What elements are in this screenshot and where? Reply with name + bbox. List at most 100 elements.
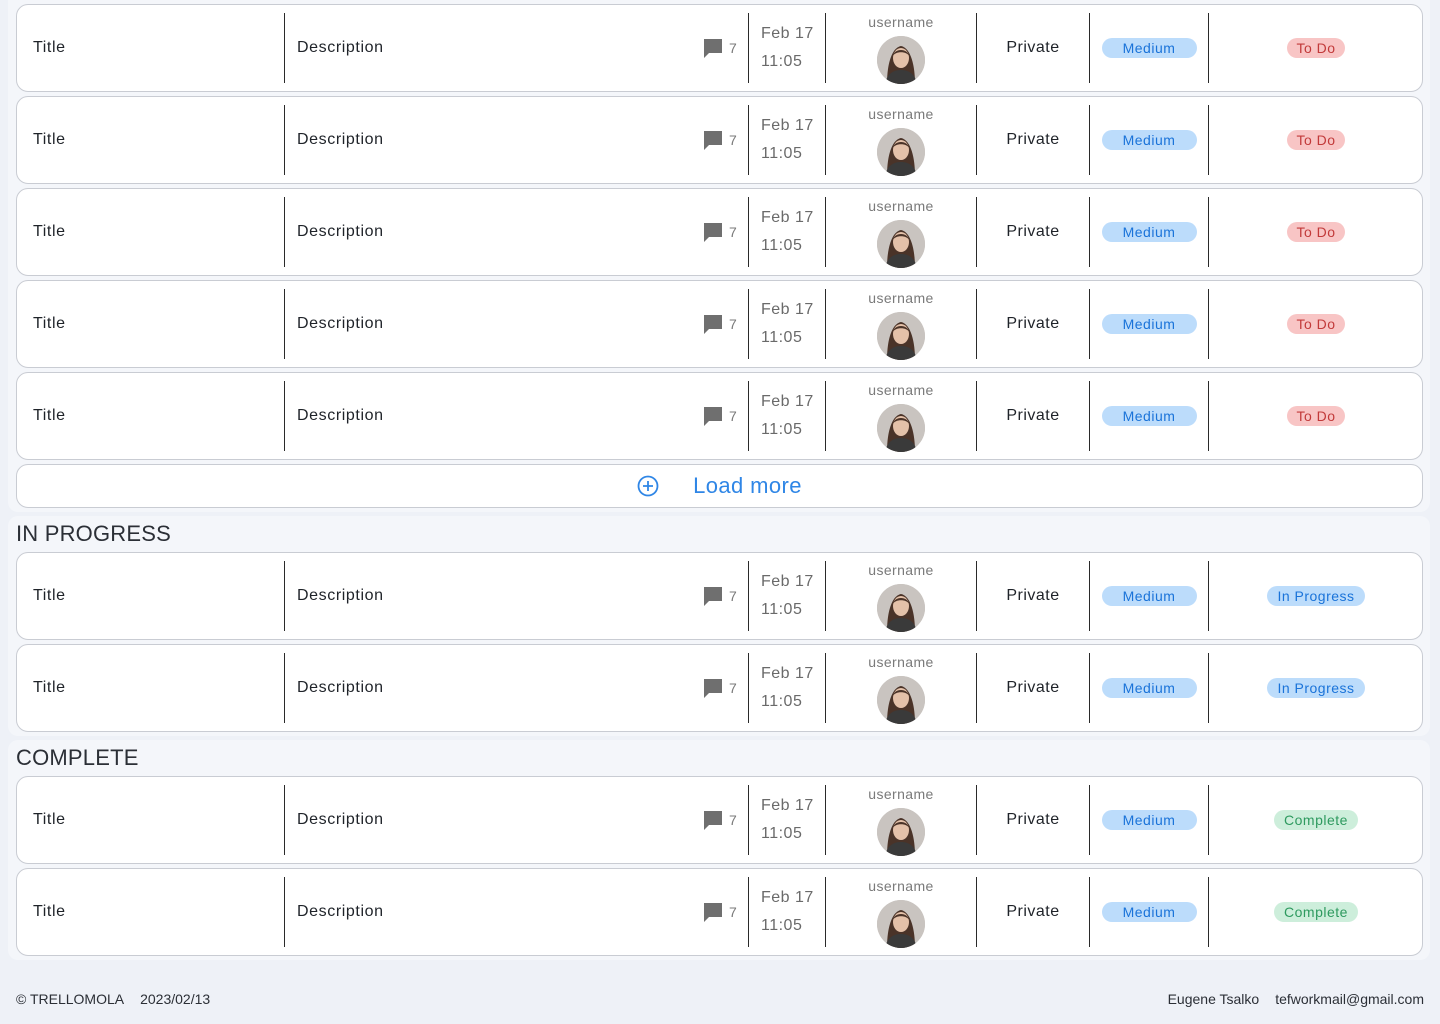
task-description: Description (297, 39, 384, 56)
task-comments[interactable]: 7 (703, 5, 737, 91)
task-priority[interactable]: Medium (1089, 189, 1209, 275)
task-status[interactable]: To Do (1209, 373, 1423, 459)
task-priority[interactable]: Medium (1089, 553, 1209, 639)
footer-email[interactable]: tefworkmail@gmail.com (1275, 991, 1424, 1007)
task-row[interactable]: Title Description 7 Feb 17 11:05 usernam… (16, 372, 1423, 460)
task-assignee[interactable]: username (855, 97, 947, 183)
task-row[interactable]: Title Description 7 Feb 17 11:05 usernam… (16, 96, 1423, 184)
task-date-time: 11:05 (761, 237, 803, 254)
task-assignee[interactable]: username (855, 645, 947, 731)
task-status[interactable]: In Progress (1209, 553, 1423, 639)
task-description: Description (297, 903, 384, 920)
task-row[interactable]: Title Description 7 Feb 17 11:05 usernam… (16, 776, 1423, 864)
comment-count: 7 (729, 812, 737, 828)
task-priority[interactable]: Medium (1089, 373, 1209, 459)
task-row[interactable]: Title Description 7 Feb 17 11:05 usernam… (16, 644, 1423, 732)
avatar[interactable] (877, 220, 925, 268)
column-divider (825, 105, 826, 175)
task-comments[interactable]: 7 (703, 645, 737, 731)
task-comments[interactable]: 7 (703, 97, 737, 183)
column-divider (825, 381, 826, 451)
avatar[interactable] (877, 312, 925, 360)
task-date-day: Feb 17 (761, 117, 814, 134)
task-row[interactable]: Title Description 7 Feb 17 11:05 usernam… (16, 188, 1423, 276)
footer-author: Eugene Tsalko (1167, 991, 1260, 1007)
avatar[interactable] (877, 808, 925, 856)
status-badge: In Progress (1267, 678, 1365, 698)
task-date-time: 11:05 (761, 145, 803, 162)
task-priority[interactable]: Medium (1089, 777, 1209, 863)
task-status[interactable]: To Do (1209, 281, 1423, 367)
load-more-label: Load more (693, 473, 802, 498)
priority-badge: Medium (1101, 222, 1197, 242)
task-status[interactable]: To Do (1209, 97, 1423, 183)
task-priority[interactable]: Medium (1089, 97, 1209, 183)
comment-count: 7 (729, 40, 737, 56)
task-row[interactable]: Title Description 7 Feb 17 11:05 usernam… (16, 868, 1423, 956)
load-more-button[interactable]: Load more (16, 464, 1423, 508)
avatar[interactable] (877, 900, 925, 948)
task-title: Title (33, 131, 66, 148)
task-status[interactable]: Complete (1209, 869, 1423, 955)
task-date: Feb 17 11:05 (761, 869, 814, 955)
assignee-username: username (868, 878, 934, 894)
comment-count: 7 (729, 588, 737, 604)
task-status[interactable]: In Progress (1209, 645, 1423, 731)
status-badge: To Do (1287, 314, 1345, 334)
task-assignee[interactable]: username (855, 553, 947, 639)
footer-date: 2023/02/13 (140, 991, 211, 1007)
task-row[interactable]: Title Description 7 Feb 17 11:05 usernam… (16, 552, 1423, 640)
task-status[interactable]: To Do (1209, 5, 1423, 91)
comment-icon (704, 811, 722, 830)
task-comments[interactable]: 7 (703, 869, 737, 955)
task-comments[interactable]: 7 (703, 281, 737, 367)
task-priority[interactable]: Medium (1089, 281, 1209, 367)
task-assignee[interactable]: username (855, 373, 947, 459)
column-divider (748, 13, 749, 83)
task-assignee[interactable]: username (855, 869, 947, 955)
task-assignee[interactable]: username (855, 281, 947, 367)
column-divider (284, 785, 285, 855)
column-divider (748, 197, 749, 267)
avatar[interactable] (877, 36, 925, 84)
task-comments[interactable]: 7 (703, 189, 737, 275)
assignee-username: username (868, 106, 934, 122)
task-date-time: 11:05 (761, 601, 803, 618)
priority-badge: Medium (1101, 406, 1197, 426)
task-priority[interactable]: Medium (1089, 5, 1209, 91)
task-date: Feb 17 11:05 (761, 97, 814, 183)
assignee-username: username (868, 786, 934, 802)
task-row[interactable]: Title Description 7 Feb 17 11:05 usernam… (16, 4, 1423, 92)
task-comments[interactable]: 7 (703, 553, 737, 639)
priority-badge: Medium (1101, 586, 1197, 606)
task-assignee[interactable]: username (855, 777, 947, 863)
task-visibility: Private (1006, 407, 1060, 424)
task-assignee[interactable]: username (855, 5, 947, 91)
task-date: Feb 17 11:05 (761, 777, 814, 863)
task-title: Title (33, 315, 66, 332)
task-date: Feb 17 11:05 (761, 645, 814, 731)
task-comments[interactable]: 7 (703, 777, 737, 863)
task-row[interactable]: Title Description 7 Feb 17 11:05 usernam… (16, 280, 1423, 368)
avatar[interactable] (877, 676, 925, 724)
task-assignee[interactable]: username (855, 189, 947, 275)
avatar[interactable] (877, 404, 925, 452)
status-badge: To Do (1287, 38, 1345, 58)
section-title-in-progress: IN PROGRESS (16, 521, 172, 546)
task-comments[interactable]: 7 (703, 373, 737, 459)
task-priority[interactable]: Medium (1089, 645, 1209, 731)
assignee-username: username (868, 654, 934, 670)
footer: © TRELLOMOLA 2023/02/13 Eugene Tsalko te… (0, 974, 1440, 1024)
column-divider (284, 289, 285, 359)
comment-icon (704, 315, 722, 334)
column-divider (284, 561, 285, 631)
column-divider (748, 289, 749, 359)
comment-icon (704, 131, 722, 150)
task-status[interactable]: To Do (1209, 189, 1423, 275)
avatar[interactable] (877, 584, 925, 632)
task-status[interactable]: Complete (1209, 777, 1423, 863)
task-description: Description (297, 811, 384, 828)
task-priority[interactable]: Medium (1089, 869, 1209, 955)
avatar[interactable] (877, 128, 925, 176)
task-date: Feb 17 11:05 (761, 553, 814, 639)
